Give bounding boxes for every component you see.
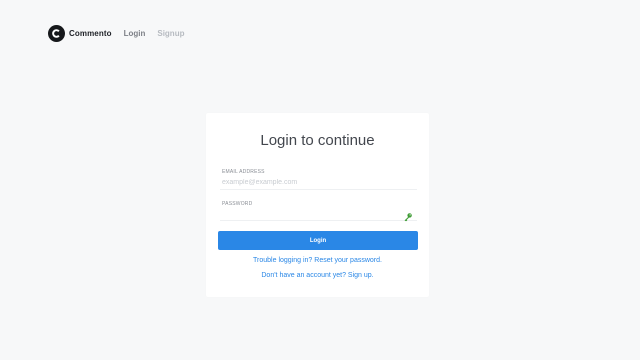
card-title: Login to continue	[260, 132, 375, 149]
key-icon[interactable]	[403, 209, 413, 222]
password-field[interactable]	[220, 207, 417, 221]
login-card: Login to continue EMAIL ADDRESS PASSWORD…	[206, 113, 429, 297]
email-field[interactable]	[220, 176, 417, 190]
nav-login-link[interactable]: Login	[124, 29, 146, 38]
commento-logo-icon[interactable]	[48, 24, 65, 42]
reset-password-link[interactable]: Trouble logging in? Reset your password.	[206, 257, 429, 264]
top-nav: Commento Login Signup	[48, 24, 184, 42]
nav-signup-link[interactable]: Signup	[157, 29, 184, 38]
email-label: EMAIL ADDRESS	[222, 169, 265, 175]
signup-link[interactable]: Don't have an account yet? Sign up.	[206, 272, 429, 279]
page: Commento Login Signup Login to continue …	[0, 0, 640, 360]
brand-name[interactable]: Commento	[69, 29, 112, 38]
login-button[interactable]: Login	[218, 231, 418, 250]
